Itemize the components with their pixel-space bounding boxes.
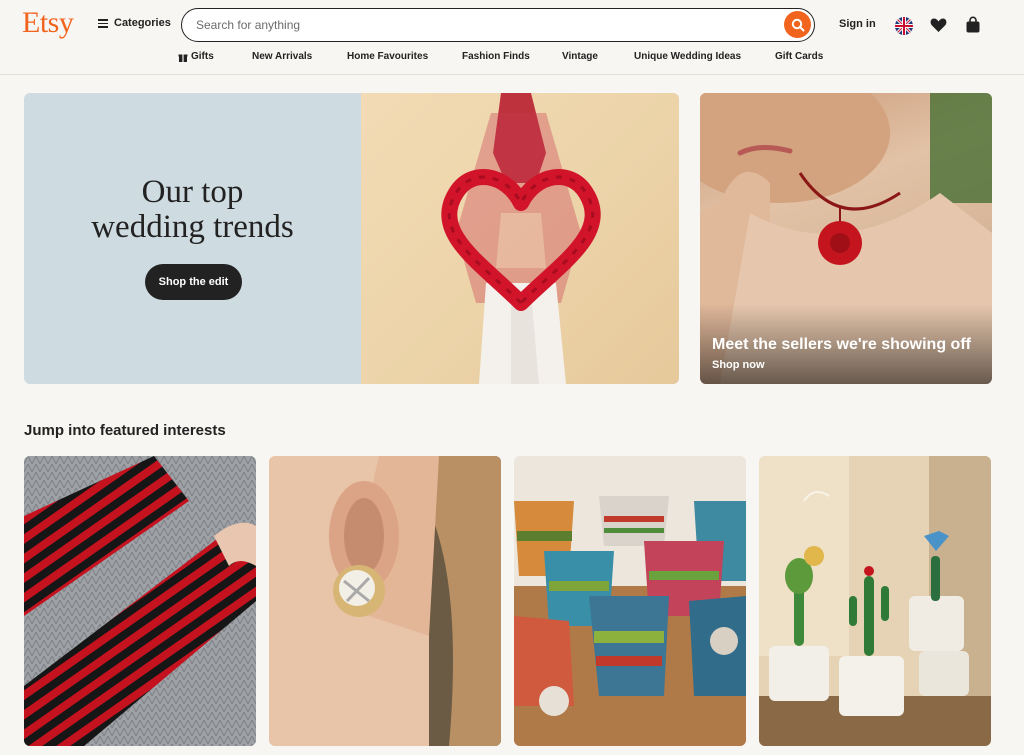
wedding-veil-illustration: [441, 93, 601, 384]
hero-title-line-2: wedding trends: [91, 209, 294, 245]
nav-label: Unique Wedding Ideas: [634, 51, 742, 62]
nav-label: Home Favourites: [347, 51, 429, 62]
nav-item-gifts[interactable]: Gifts: [178, 51, 214, 62]
nav-item-new-arrivals[interactable]: New Arrivals: [252, 51, 312, 62]
nav-label: Fashion Finds: [462, 51, 530, 62]
nav-label: Gift Cards: [775, 51, 824, 62]
arm-warmers-image: [24, 456, 256, 746]
nav-label: New Arrivals: [252, 51, 313, 62]
categories-label: Categories: [114, 17, 171, 29]
hero-title: Our top wedding trends: [24, 175, 361, 245]
featured-interests-heading: Jump into featured interests: [24, 422, 226, 439]
hero-title-line-1: Our top: [141, 174, 244, 210]
search-button[interactable]: [784, 11, 811, 38]
interest-tile-baskets[interactable]: [514, 456, 746, 746]
nav-item-vintage[interactable]: Vintage: [562, 51, 598, 62]
interest-tile-earrings[interactable]: [269, 456, 501, 746]
menu-icon: [98, 19, 108, 28]
nav-label: Gifts: [191, 51, 214, 62]
shop-the-edit-button[interactable]: Shop the edit: [145, 264, 242, 300]
site-header: Etsy Categories Sign in: [0, 0, 1024, 75]
featured-sellers-card[interactable]: Meet the sellers we're showing off Shop …: [700, 93, 992, 384]
gift-icon: [178, 54, 188, 62]
interest-tile-arm-warmers[interactable]: [24, 456, 256, 746]
nav-label: Vintage: [562, 51, 598, 62]
search-bar: [181, 8, 815, 42]
search-icon: [791, 18, 804, 31]
wedding-veil-image[interactable]: [361, 93, 679, 384]
uk-flag-icon[interactable]: [895, 17, 913, 35]
shopping-bag-icon: [966, 16, 980, 33]
nav-item-home-favourites[interactable]: Home Favourites: [347, 51, 428, 62]
nav-item-fashion-finds[interactable]: Fashion Finds: [462, 51, 530, 62]
earring-image: [269, 456, 501, 746]
woven-baskets-image: [514, 456, 746, 746]
cart-button[interactable]: [965, 16, 981, 39]
sellers-card-title: Meet the sellers we're showing off: [712, 336, 971, 353]
etsy-logo[interactable]: Etsy: [22, 6, 74, 40]
glass-cactus-image: [759, 456, 991, 746]
interest-tile-glass-cacti[interactable]: [759, 456, 991, 746]
nav-item-gift-cards[interactable]: Gift Cards: [775, 51, 823, 62]
favourites-button[interactable]: [930, 17, 947, 38]
heart-icon: [930, 18, 947, 32]
categories-button[interactable]: Categories: [98, 17, 171, 29]
search-input[interactable]: [196, 16, 756, 34]
nav-item-unique-wedding-ideas[interactable]: Unique Wedding Ideas: [634, 51, 741, 62]
shop-now-link[interactable]: Shop now: [712, 359, 765, 371]
category-nav: Gifts New Arrivals Home Favourites Fashi…: [0, 51, 1024, 69]
hero-banner: Our top wedding trends Shop the edit: [24, 93, 679, 384]
sign-in-link[interactable]: Sign in: [839, 18, 876, 30]
